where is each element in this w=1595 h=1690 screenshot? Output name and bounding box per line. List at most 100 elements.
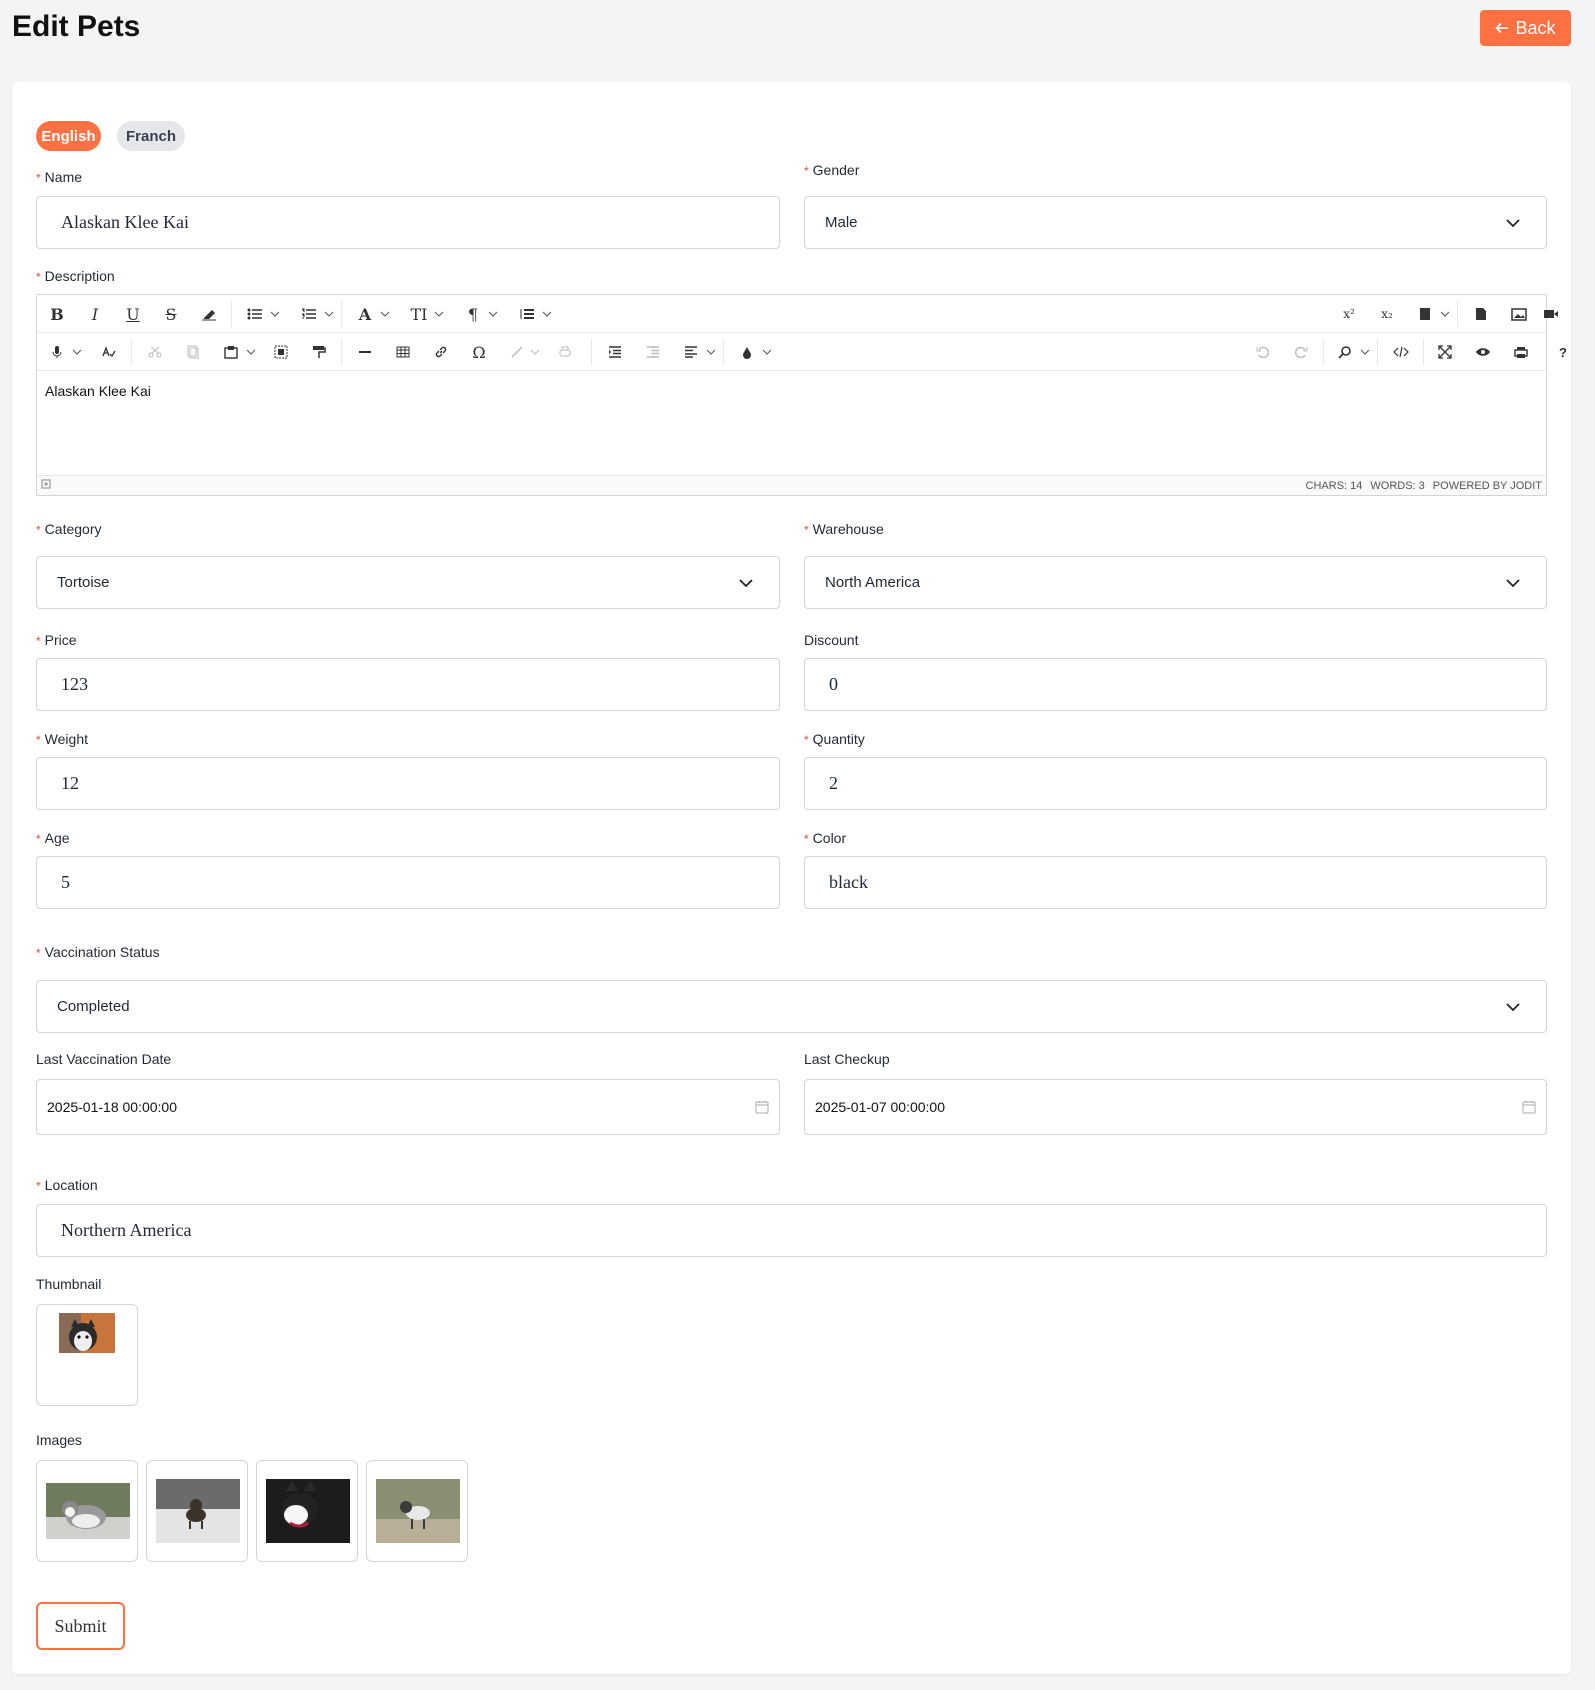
color-drop-icon[interactable] [733,333,761,371]
video-icon[interactable] [1537,295,1565,333]
superscript-icon[interactable]: x² [1335,295,1363,333]
thumbnail-image [59,1313,115,1353]
image-icon[interactable] [1505,295,1533,333]
chevron-down-icon [1504,214,1522,232]
last-checkup-label: Last Checkup [804,1051,890,1067]
chevron-down-icon[interactable] [433,295,445,333]
subscript-icon[interactable]: x₂ [1373,295,1401,333]
horizontal-rule-icon[interactable] [351,333,379,371]
color-input[interactable]: black [804,856,1547,909]
cut-icon[interactable] [141,333,169,371]
eraser-icon[interactable] [195,295,223,333]
outdent-icon[interactable] [639,333,667,371]
thumbnail-upload[interactable] [36,1304,138,1406]
last-vaccination-date-value: 2025-01-18 00:00:00 [47,1099,177,1115]
bold-icon[interactable]: B [43,295,71,333]
price-input[interactable]: 123 [36,658,780,711]
chevron-down-icon[interactable] [541,295,553,333]
copy-icon[interactable] [179,333,207,371]
last-vaccination-date-input[interactable]: 2025-01-18 00:00:00 [36,1079,780,1135]
vaccination-status-select[interactable]: Completed [36,980,1547,1033]
chevron-down-icon[interactable] [761,333,773,371]
editor-content[interactable]: Alaskan Klee Kai [45,383,151,399]
help-icon[interactable]: ? [1549,333,1577,371]
weight-input[interactable]: 12 [36,757,780,810]
back-label: Back [1515,17,1556,38]
last-checkup-input[interactable]: 2025-01-07 00:00:00 [804,1079,1547,1135]
line-height-icon[interactable] [513,295,541,333]
chevron-down-icon[interactable] [269,295,281,333]
underline-icon[interactable]: U [119,295,147,333]
document-icon[interactable] [1467,295,1495,333]
weight-label: * Weight [36,731,88,747]
chevron-down-icon[interactable] [705,333,717,371]
dog-photo-2 [156,1479,240,1543]
microphone-icon[interactable] [43,333,71,371]
chevron-down-icon[interactable] [323,295,335,333]
tab-english[interactable]: English [36,121,101,151]
calendar-icon[interactable] [1522,1100,1536,1114]
chevron-down-icon [1504,998,1522,1016]
tab-franch[interactable]: Franch [117,121,185,151]
spellcheck-icon[interactable] [95,333,123,371]
chevron-down-icon[interactable] [71,333,83,371]
indent-icon[interactable] [601,333,629,371]
dog-photo-1 [46,1483,130,1539]
search-icon[interactable] [1331,333,1359,371]
italic-icon[interactable]: I [81,295,109,333]
print-preview-icon[interactable] [551,333,579,371]
numbered-list-icon[interactable] [295,295,323,333]
quantity-input[interactable]: 2 [804,757,1547,810]
chevron-down-icon[interactable] [487,295,499,333]
table-icon[interactable] [389,333,417,371]
chevron-down-icon[interactable] [1359,333,1371,371]
bullet-list-icon[interactable] [241,295,269,333]
edit-pet-form: English Franch * Name Alaskan Klee Kai * G… [12,82,1571,1674]
discount-input[interactable]: 0 [804,658,1547,711]
redo-icon[interactable] [1287,333,1315,371]
paragraph-icon[interactable]: ¶ [459,295,487,333]
chevron-down-icon[interactable] [379,295,391,333]
warehouse-select[interactable]: North America [804,556,1547,609]
arrow-left-icon [1495,21,1509,35]
font-icon[interactable]: A [351,295,379,333]
vaccination-status-label: * Vaccination Status [36,944,160,960]
gallery-image-4[interactable] [366,1460,468,1562]
font-size-icon[interactable]: TI [405,295,433,333]
select-all-icon[interactable] [267,333,295,371]
omega-icon[interactable]: Ω [465,333,493,371]
name-input[interactable]: Alaskan Klee Kai [36,196,780,249]
print-icon[interactable] [1507,333,1535,371]
strikethrough-icon[interactable]: S [157,295,185,333]
gallery-image-1[interactable] [36,1460,138,1562]
category-select[interactable]: Tortoise [36,556,780,609]
align-left-icon[interactable] [677,333,705,371]
resize-handle-icon[interactable] [41,479,51,489]
category-label: * Category [36,521,102,537]
age-input[interactable]: 5 [36,856,780,909]
word-count: WORDS: 3 [1370,479,1425,492]
undo-icon[interactable] [1249,333,1277,371]
chevron-down-icon [737,574,755,592]
name-label: * Name [36,169,83,185]
fullscreen-icon[interactable] [1431,333,1459,371]
location-input[interactable]: Northern America [36,1204,1547,1257]
gallery-image-3[interactable] [256,1460,358,1562]
chevron-down-icon[interactable] [245,333,257,371]
chevron-down-icon[interactable] [529,333,541,371]
format-painter-icon[interactable] [305,333,333,371]
chevron-down-icon [1504,574,1522,592]
link-icon[interactable] [427,333,455,371]
gallery-image-2[interactable] [146,1460,248,1562]
magic-icon[interactable] [503,333,531,371]
calendar-icon[interactable] [755,1100,769,1114]
preview-eye-icon[interactable] [1469,333,1497,371]
powered-by-jodit[interactable]: POWERED BY JODIT [1433,480,1542,492]
gender-select[interactable]: Male [804,196,1547,249]
source-code-icon[interactable] [1387,333,1415,371]
back-button[interactable]: Back [1480,10,1571,46]
paste-icon[interactable] [217,333,245,371]
chevron-down-icon[interactable] [1439,295,1451,333]
submit-button[interactable]: Submit [36,1602,125,1650]
file-icon[interactable] [1411,295,1439,333]
